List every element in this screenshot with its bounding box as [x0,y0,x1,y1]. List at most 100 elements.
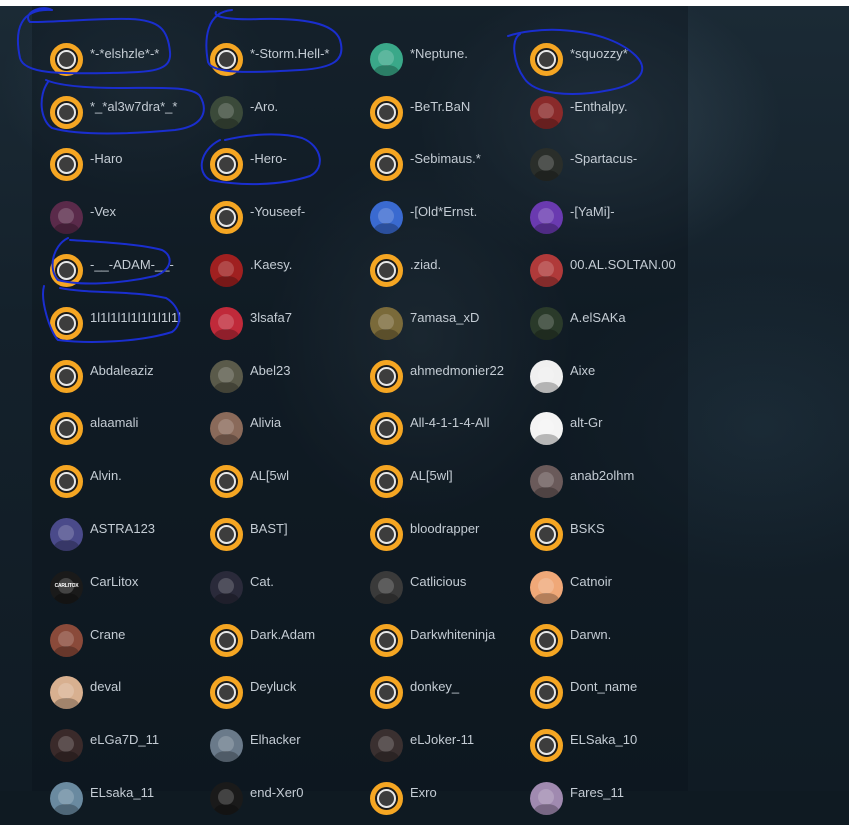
member-item[interactable]: ELsaka_11 [50,772,210,825]
member-name[interactable]: Crane [90,627,125,642]
default-avatar-icon[interactable] [50,359,83,393]
user-avatar[interactable] [50,518,83,552]
member-item[interactable]: Abel23 [210,350,370,403]
member-item[interactable]: -[Old*Ernst. [370,191,530,244]
default-avatar-icon[interactable] [210,42,243,76]
default-avatar-icon[interactable] [530,518,563,552]
user-avatar[interactable] [210,729,243,763]
member-name[interactable]: -Vex [90,204,116,219]
user-avatar[interactable] [210,412,243,446]
member-name[interactable]: -[Old*Ernst. [410,204,477,219]
user-avatar[interactable] [530,254,563,288]
default-avatar-icon[interactable] [50,95,83,129]
member-name[interactable]: CarLitox [90,574,138,589]
user-avatar[interactable] [210,95,243,129]
member-name[interactable]: alaamali [90,415,138,430]
user-avatar[interactable] [530,359,563,393]
member-name[interactable]: -Enthalpy. [570,99,628,114]
member-item[interactable]: -Aro. [210,86,370,139]
member-name[interactable]: eLJoker-11 [410,732,474,747]
member-item[interactable]: Fares_11 [530,772,690,825]
user-avatar[interactable] [530,412,563,446]
member-item[interactable]: Crane [50,614,210,667]
user-avatar[interactable] [530,782,563,816]
member-name[interactable]: A.elSAKa [570,310,626,325]
user-avatar[interactable] [210,254,243,288]
user-avatar[interactable] [210,306,243,340]
member-item[interactable]: AL[5wl] [370,455,530,508]
member-name[interactable]: *-*elshzle*-* [90,46,159,61]
member-item[interactable]: *squozzy* [530,33,690,86]
user-avatar[interactable] [530,306,563,340]
member-item[interactable]: alaamali [50,403,210,456]
member-name[interactable]: ASTRA123 [90,521,155,536]
user-avatar[interactable] [370,570,403,604]
member-name[interactable]: AL[5wl] [410,468,453,483]
default-avatar-icon[interactable] [370,412,403,446]
member-item[interactable]: Cat. [210,561,370,614]
default-avatar-icon[interactable] [50,148,83,182]
member-name[interactable]: Catnoir [570,574,612,589]
user-avatar[interactable] [530,95,563,129]
member-name[interactable]: Alivia [250,415,281,430]
member-name[interactable]: eLGa7D_11 [90,732,159,747]
member-item[interactable]: -Hero- [210,139,370,192]
member-name[interactable]: *Neptune. [410,46,468,61]
member-item[interactable]: anab2olhm [530,455,690,508]
member-name[interactable]: Exro [410,785,437,800]
member-name[interactable]: *squozzy* [570,46,628,61]
user-avatar[interactable] [50,729,83,763]
user-avatar[interactable] [210,359,243,393]
member-name[interactable]: end-Xer0 [250,785,303,800]
member-name[interactable]: -BeTr.BaN [410,99,470,114]
member-item[interactable]: 3lsafa7 [210,297,370,350]
member-name[interactable]: 3lsafa7 [250,310,292,325]
member-item[interactable]: All-4-1-1-4-All [370,403,530,456]
member-name[interactable]: *_*al3w7dra*_* [90,99,177,114]
member-name[interactable]: donkey_ [410,679,459,694]
member-item[interactable]: *_*al3w7dra*_* [50,86,210,139]
member-item[interactable]: eLJoker-11 [370,719,530,772]
member-item[interactable]: -Spartacus- [530,139,690,192]
member-name[interactable]: -Hero- [250,151,287,166]
member-item[interactable]: Exro [370,772,530,825]
user-avatar[interactable] [370,42,403,76]
default-avatar-icon[interactable] [370,676,403,710]
member-name[interactable]: Aixe [570,363,595,378]
default-avatar-icon[interactable] [50,412,83,446]
member-item[interactable]: BSKS [530,508,690,561]
member-item[interactable]: -Haro [50,139,210,192]
default-avatar-icon[interactable] [210,623,243,657]
default-avatar-icon[interactable] [50,42,83,76]
member-item[interactable]: bloodrapper [370,508,530,561]
member-name[interactable]: 7amasa_xD [410,310,479,325]
member-name[interactable]: alt-Gr [570,415,603,430]
member-name[interactable]: -[YaMi]- [570,204,615,219]
default-avatar-icon[interactable] [530,676,563,710]
user-avatar[interactable] [50,782,83,816]
member-item[interactable]: donkey_ [370,667,530,720]
default-avatar-icon[interactable] [370,95,403,129]
user-avatar[interactable] [370,306,403,340]
member-item[interactable]: eLGa7D_11 [50,719,210,772]
member-item[interactable]: Abdaleaziz [50,350,210,403]
default-avatar-icon[interactable] [530,729,563,763]
default-avatar-icon[interactable] [210,148,243,182]
member-name[interactable]: Darwn. [570,627,611,642]
member-item[interactable]: Darkwhiteninja [370,614,530,667]
member-name[interactable]: Fares_11 [570,785,624,800]
member-name[interactable]: -Aro. [250,99,278,114]
member-name[interactable]: Alvin. [90,468,122,483]
member-item[interactable]: Alivia [210,403,370,456]
user-avatar[interactable] [530,465,563,499]
member-name[interactable]: Dont_name [570,679,637,694]
member-item[interactable]: ASTRA123 [50,508,210,561]
member-item[interactable]: alt-Gr [530,403,690,456]
member-item[interactable]: 1l1l1l1l1l1l1l1l1l [50,297,210,350]
user-avatar[interactable] [210,782,243,816]
member-name[interactable]: ahmedmonier22 [410,363,504,378]
member-name[interactable]: -Sebimaus.* [410,151,481,166]
default-avatar-icon[interactable] [530,623,563,657]
default-avatar-icon[interactable] [370,148,403,182]
user-avatar[interactable] [530,148,563,182]
